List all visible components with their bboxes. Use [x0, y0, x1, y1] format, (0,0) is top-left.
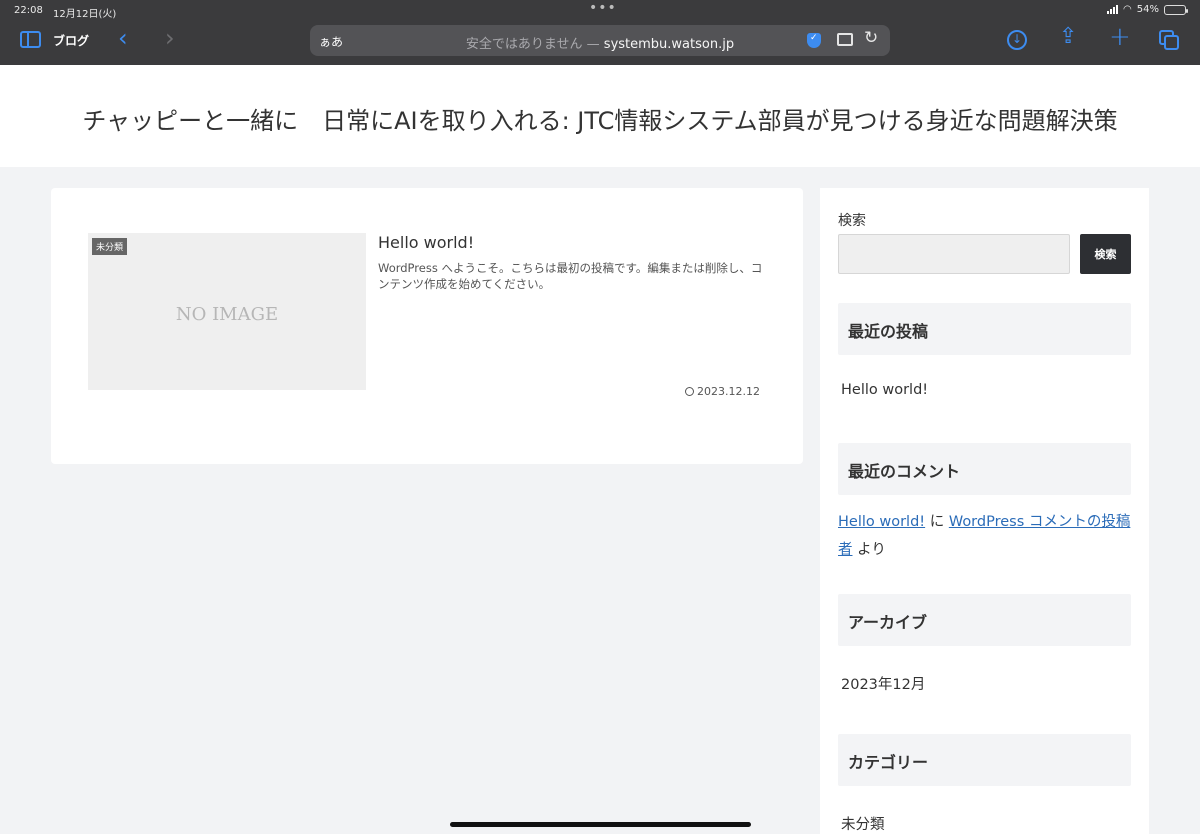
- post-date-text: 2023.12.12: [697, 385, 760, 398]
- sidebar: 検索 検索 最近の投稿 Hello world! 最近のコメント Hello w…: [820, 188, 1149, 834]
- category-badge: 未分類: [92, 238, 128, 255]
- download-icon[interactable]: ↓: [1007, 30, 1027, 50]
- extensions-icon[interactable]: [837, 33, 853, 46]
- address-bar[interactable]: ぁあ 安全ではありません — systembu.watson.jp ↻: [310, 25, 890, 56]
- home-indicator[interactable]: [450, 822, 751, 827]
- site-header: チャッピーと一緒に 日常にAIを取り入れる: JTC情報システム部員が見つける身…: [0, 65, 1200, 167]
- site-title[interactable]: チャッピーと一緒に 日常にAIを取り入れる: JTC情報システム部員が見つける身…: [0, 101, 1200, 136]
- tab-overview-icon[interactable]: [1159, 30, 1179, 50]
- post-date: 2023.12.12: [685, 385, 760, 398]
- security-warning: 安全ではありません —: [465, 37, 600, 52]
- post-title[interactable]: Hello world!: [378, 233, 474, 252]
- category-link[interactable]: 未分類: [841, 813, 885, 834]
- forward-chevron-icon[interactable]: ›: [165, 24, 175, 52]
- archive-link[interactable]: 2023年12月: [841, 673, 925, 694]
- category-heading: カテゴリー: [838, 734, 1131, 786]
- comment-on-text: に: [929, 514, 945, 530]
- address-domain: systembu.watson.jp: [603, 37, 735, 52]
- status-bar: 22:08 12月12日(火) ••• ◠ 54%: [0, 0, 1200, 22]
- search-button[interactable]: 検索: [1080, 234, 1131, 274]
- privacy-shield-icon[interactable]: [807, 33, 821, 48]
- sidebar-toggle-icon[interactable]: [20, 31, 41, 48]
- clock-icon: [685, 387, 694, 396]
- tab-group-label[interactable]: ブログ: [53, 32, 89, 49]
- address-text[interactable]: 安全ではありません — systembu.watson.jp: [310, 33, 890, 52]
- archive-heading: アーカイブ: [838, 594, 1131, 646]
- comment-post-link[interactable]: Hello world!: [838, 514, 925, 530]
- recent-post-link[interactable]: Hello world!: [841, 382, 928, 398]
- battery-percent: 54%: [1136, 4, 1159, 15]
- wifi-icon: ◠: [1123, 4, 1132, 15]
- multitasking-dots-icon[interactable]: •••: [589, 0, 617, 16]
- cellular-signal-icon: [1107, 5, 1119, 14]
- browser-toolbar: 22:08 12月12日(火) ••• ◠ 54% ブログ ‹ › ぁあ 安全で…: [0, 0, 1200, 65]
- safari-toolbar: ブログ ‹ › ぁあ 安全ではありません — systembu.watson.j…: [0, 22, 1200, 58]
- new-tab-icon[interactable]: +: [1109, 22, 1131, 52]
- comment-by-text: より: [857, 542, 886, 558]
- no-image-placeholder: NO IMAGE: [175, 304, 279, 325]
- reload-icon[interactable]: ↻: [864, 28, 878, 48]
- recent-comments-heading: 最近のコメント: [838, 443, 1131, 495]
- search-input[interactable]: [838, 234, 1070, 274]
- status-date: 12月12日(火): [53, 9, 117, 20]
- recent-comment-entry: Hello world! に WordPress コメントの投稿者 より: [838, 508, 1133, 564]
- recent-posts-heading: 最近の投稿: [838, 303, 1131, 355]
- status-indicators: ◠ 54%: [1107, 4, 1188, 15]
- search-label: 検索: [838, 213, 866, 229]
- post-thumbnail[interactable]: 未分類 NO IMAGE: [88, 233, 366, 390]
- status-time: 22:08: [14, 5, 43, 16]
- share-icon[interactable]: ⇪: [1059, 24, 1077, 49]
- battery-icon: [1164, 4, 1188, 15]
- post-card[interactable]: 未分類 NO IMAGE Hello world! WordPress へようこ…: [51, 188, 803, 464]
- back-chevron-icon[interactable]: ‹: [118, 24, 128, 52]
- post-excerpt: WordPress へようこそ。こちらは最初の投稿です。編集または削除し、コンテ…: [378, 261, 763, 291]
